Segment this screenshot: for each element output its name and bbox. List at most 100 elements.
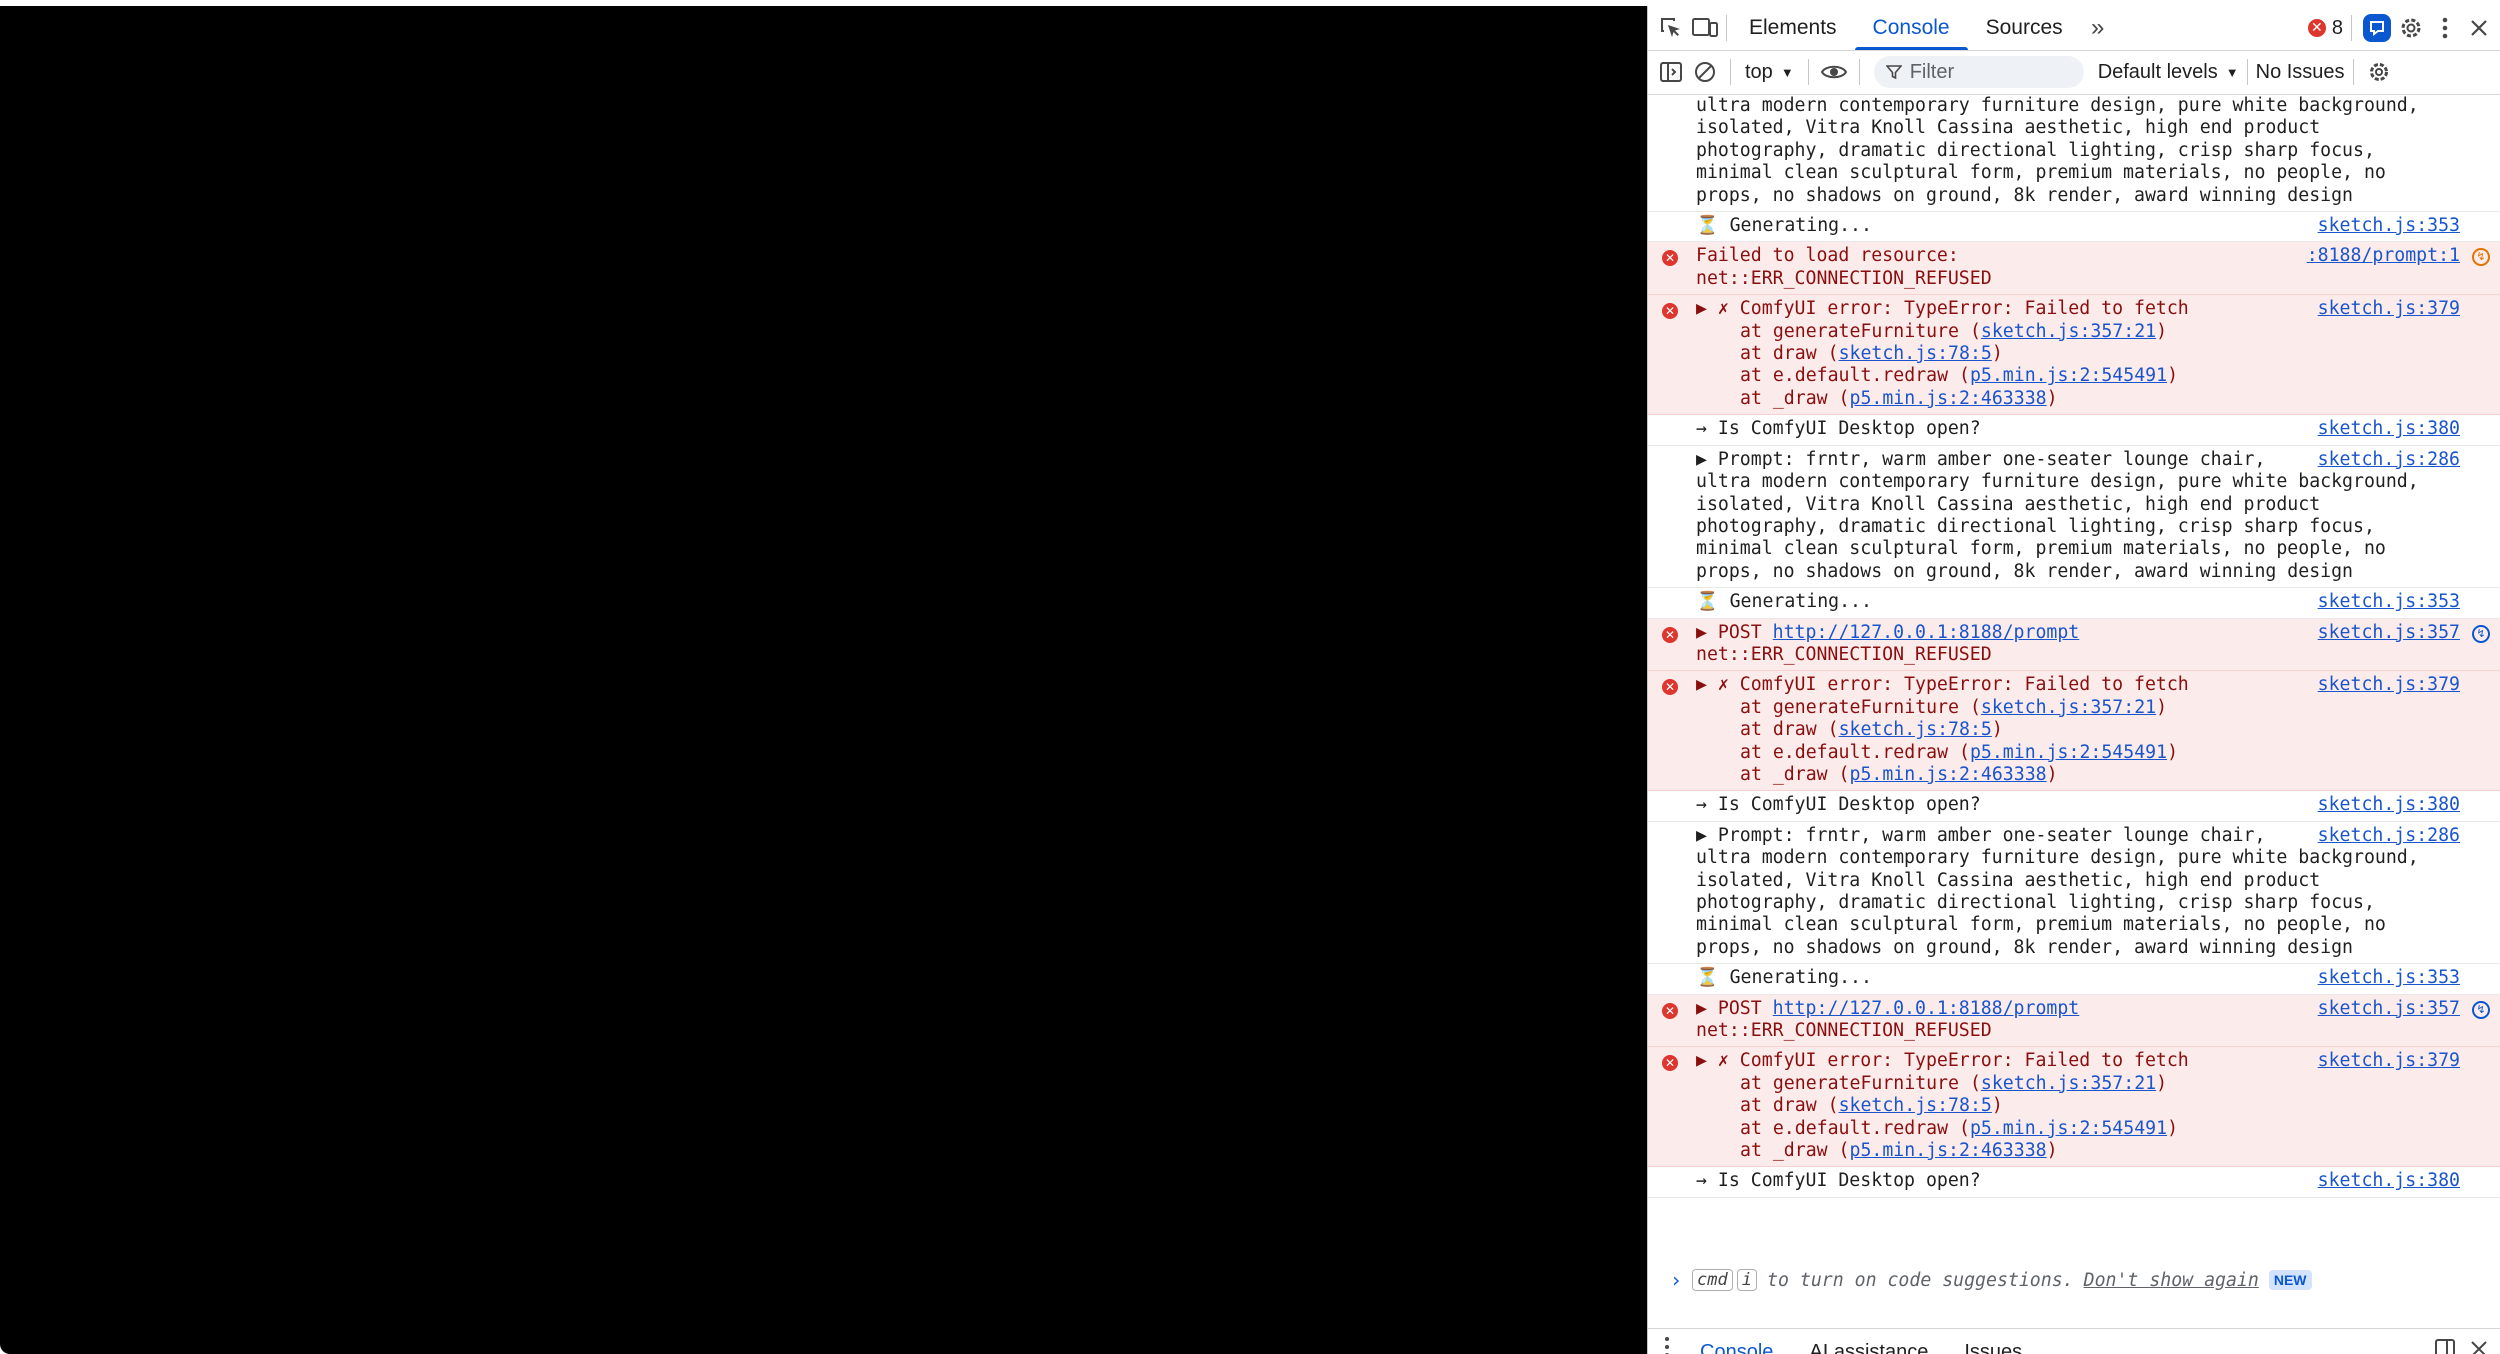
network-icon[interactable]: ↯ [2472, 1000, 2490, 1019]
source-link[interactable]: sketch.js:353 [2310, 591, 2460, 613]
filter-input[interactable]: Filter [1873, 56, 2084, 88]
sketch-canvas[interactable] [0, 6, 1647, 1354]
stack-frame-text: at generateFurniture ( [1740, 696, 1981, 718]
devtools-panel: Elements Console Sources » ✕ 8 top ▼ Fil… [1647, 6, 2500, 1354]
stack-frame-link[interactable]: p5.min.js:2:463338 [1850, 388, 2047, 409]
stack-frame-text: ) [2046, 763, 2058, 785]
error-message[interactable]: ✕ ▶ ✗ ComfyUI error: TypeError: Failed to… [1648, 671, 2500, 792]
network-icon[interactable]: ↯ [2472, 248, 2490, 267]
log-message: ⏳ Generating... sketch.js:353 [1648, 964, 2500, 995]
error-message[interactable]: ✕ ▶ POST http://127.0.0.1:8188/prompt net:… [1648, 994, 2500, 1048]
log-message-fragment: ultra modern contemporary furniture desi… [1648, 95, 2500, 213]
device-toolbar-icon[interactable] [1688, 11, 1722, 45]
drawer-tab-issues[interactable]: Issues [1946, 1329, 2040, 1354]
stack-frame-text: at _draw ( [1740, 387, 1850, 409]
source-link[interactable]: sketch.js:379 [2309, 298, 2460, 321]
issues-counter[interactable]: No Issues [2256, 61, 2345, 84]
dock-side-icon[interactable] [2428, 1329, 2462, 1354]
dont-show-again-link[interactable]: Don't show again [2084, 1270, 2259, 1291]
stack-frame-link[interactable]: sketch.js:357:21 [1981, 697, 2156, 718]
stack-frame-link[interactable]: p5.min.js:2:545491 [1970, 1118, 2167, 1139]
inspect-element-icon[interactable] [1654, 11, 1688, 45]
stack-frame-text: at draw ( [1740, 719, 1839, 741]
sidebar-toggle-icon[interactable] [1654, 55, 1688, 89]
source-link[interactable]: sketch.js:357 [2309, 997, 2460, 1021]
stack-frame-text: at generateFurniture ( [1740, 320, 1981, 342]
close-devtools-icon[interactable] [2462, 11, 2496, 45]
error-icon: ✕ [1662, 303, 1678, 320]
error-icon: ✕ [1662, 1002, 1678, 1019]
source-link[interactable]: sketch.js:380 [2310, 418, 2460, 440]
stack-frame-link[interactable]: p5.min.js:2:545491 [1970, 742, 2167, 763]
source-link[interactable]: :8188/prompt:1 [2298, 245, 2460, 268]
console-settings-gear-icon[interactable] [2362, 55, 2396, 89]
console-prompt[interactable]: › cmd i to turn on code suggestions. Don… [1648, 1260, 2500, 1300]
stack-frame: at e.default.redraw (p5.min.js:2:545491) [1696, 365, 2466, 387]
console-log: ultra modern contemporary furniture desi… [1648, 95, 2500, 1317]
tab-console[interactable]: Console [1854, 6, 1968, 50]
dropdown-arrow-icon: ▼ [2225, 64, 2239, 80]
request-url-link[interactable]: http://127.0.0.1:8188/prompt [1773, 622, 2080, 643]
stack-frame: at draw (sketch.js:78:5) [1696, 1095, 2466, 1117]
clear-console-icon[interactable] [1688, 55, 1722, 89]
error-line: net::ERR_CONNECTION_REFUSED [1696, 643, 1992, 665]
stack-frame-link[interactable]: p5.min.js:2:463338 [1850, 764, 2047, 785]
source-link[interactable]: sketch.js:380 [2310, 1170, 2460, 1192]
settings-gear-icon[interactable] [2394, 11, 2428, 45]
toolbar-divider [1807, 59, 1809, 85]
stack-frame-link[interactable]: sketch.js:78:5 [1839, 343, 1992, 364]
stack-frame-link[interactable]: sketch.js:357:21 [1981, 1073, 2156, 1094]
prompt-log-message[interactable]: ▶ Prompt: frntr, warm amber one-seater l… [1648, 822, 2500, 965]
stack-frame: at draw (sketch.js:78:5) [1696, 719, 2466, 741]
stack-frame-link[interactable]: p5.min.js:2:463338 [1850, 1140, 2047, 1161]
tab-elements[interactable]: Elements [1731, 6, 1855, 50]
drawer-menu-icon[interactable] [1652, 1329, 1682, 1354]
network-icon[interactable]: ↯ [2472, 624, 2490, 643]
stack-frame-text: at _draw ( [1740, 763, 1850, 785]
source-link[interactable]: sketch.js:380 [2310, 794, 2460, 816]
prompt-chevron-icon: › [1670, 1268, 1683, 1292]
error-icon: ✕ [2307, 19, 2326, 37]
context-label: top [1745, 60, 1773, 83]
stack-frame-link[interactable]: sketch.js:357:21 [1981, 321, 2156, 342]
source-link[interactable]: sketch.js:353 [2310, 215, 2460, 237]
live-expression-eye-icon[interactable] [1817, 55, 1851, 89]
error-message[interactable]: ✕ ▶ ✗ ComfyUI error: TypeError: Failed to… [1648, 1047, 2500, 1168]
console-toolbar: top ▼ Filter Default levels ▼ No Issues [1648, 50, 2500, 95]
error-count-badge[interactable]: ✕ 8 [2307, 16, 2343, 40]
filter-placeholder: Filter [1909, 60, 1955, 83]
post-prefix: ▶ POST [1696, 621, 1773, 643]
stack-frame-text: at e.default.redraw ( [1740, 741, 1970, 763]
context-selector[interactable]: top ▼ [1739, 61, 1800, 84]
close-drawer-icon[interactable] [2462, 1329, 2496, 1354]
stack-frame-link[interactable]: sketch.js:78:5 [1839, 1095, 1992, 1116]
kbd-i: i [1736, 1269, 1758, 1291]
drawer-tab-console[interactable]: Console [1682, 1329, 1791, 1354]
source-link[interactable]: sketch.js:286 [2310, 825, 2460, 847]
kbd-cmd: cmd [1692, 1269, 1733, 1291]
source-link[interactable]: sketch.js:357 [2309, 621, 2460, 644]
request-url-link[interactable]: http://127.0.0.1:8188/prompt [1773, 998, 2080, 1019]
source-link[interactable]: sketch.js:379 [2309, 674, 2460, 697]
log-text: ⏳ Generating... [1696, 215, 1872, 237]
drawer-tab-ai-assistance[interactable]: AI assistance [1791, 1329, 1946, 1354]
stack-frame-text: at draw ( [1740, 1095, 1839, 1117]
tab-sources[interactable]: Sources [1968, 6, 2081, 50]
log-levels-dropdown[interactable]: Default levels ▼ [2098, 61, 2239, 84]
error-message[interactable]: ✕ ▶ ✗ ComfyUI error: TypeError: Failed to… [1648, 295, 2500, 416]
error-count: 8 [2331, 16, 2343, 39]
stack-frame-link[interactable]: p5.min.js:2:545491 [1970, 365, 2167, 386]
source-link[interactable]: sketch.js:379 [2309, 1050, 2460, 1073]
more-tabs-icon[interactable]: » [2081, 11, 2115, 45]
ai-assistance-icon[interactable] [2360, 11, 2394, 45]
source-link[interactable]: sketch.js:286 [2310, 449, 2460, 471]
stack-frame-link[interactable]: sketch.js:78:5 [1839, 719, 1992, 740]
stack-frame: at generateFurniture (sketch.js:357:21) [1696, 1073, 2466, 1095]
stack-frame-text: ) [2156, 1072, 2168, 1094]
prompt-log-message[interactable]: ▶ Prompt: frntr, warm amber one-seater l… [1648, 446, 2500, 589]
error-message[interactable]: ✕ ▶ POST http://127.0.0.1:8188/prompt net:… [1648, 618, 2500, 672]
stack-frame: at e.default.redraw (p5.min.js:2:545491) [1696, 1118, 2466, 1140]
source-link[interactable]: sketch.js:353 [2310, 967, 2460, 989]
more-options-icon[interactable] [2428, 11, 2462, 45]
stack-frame: at _draw (p5.min.js:2:463338) [1696, 388, 2466, 410]
